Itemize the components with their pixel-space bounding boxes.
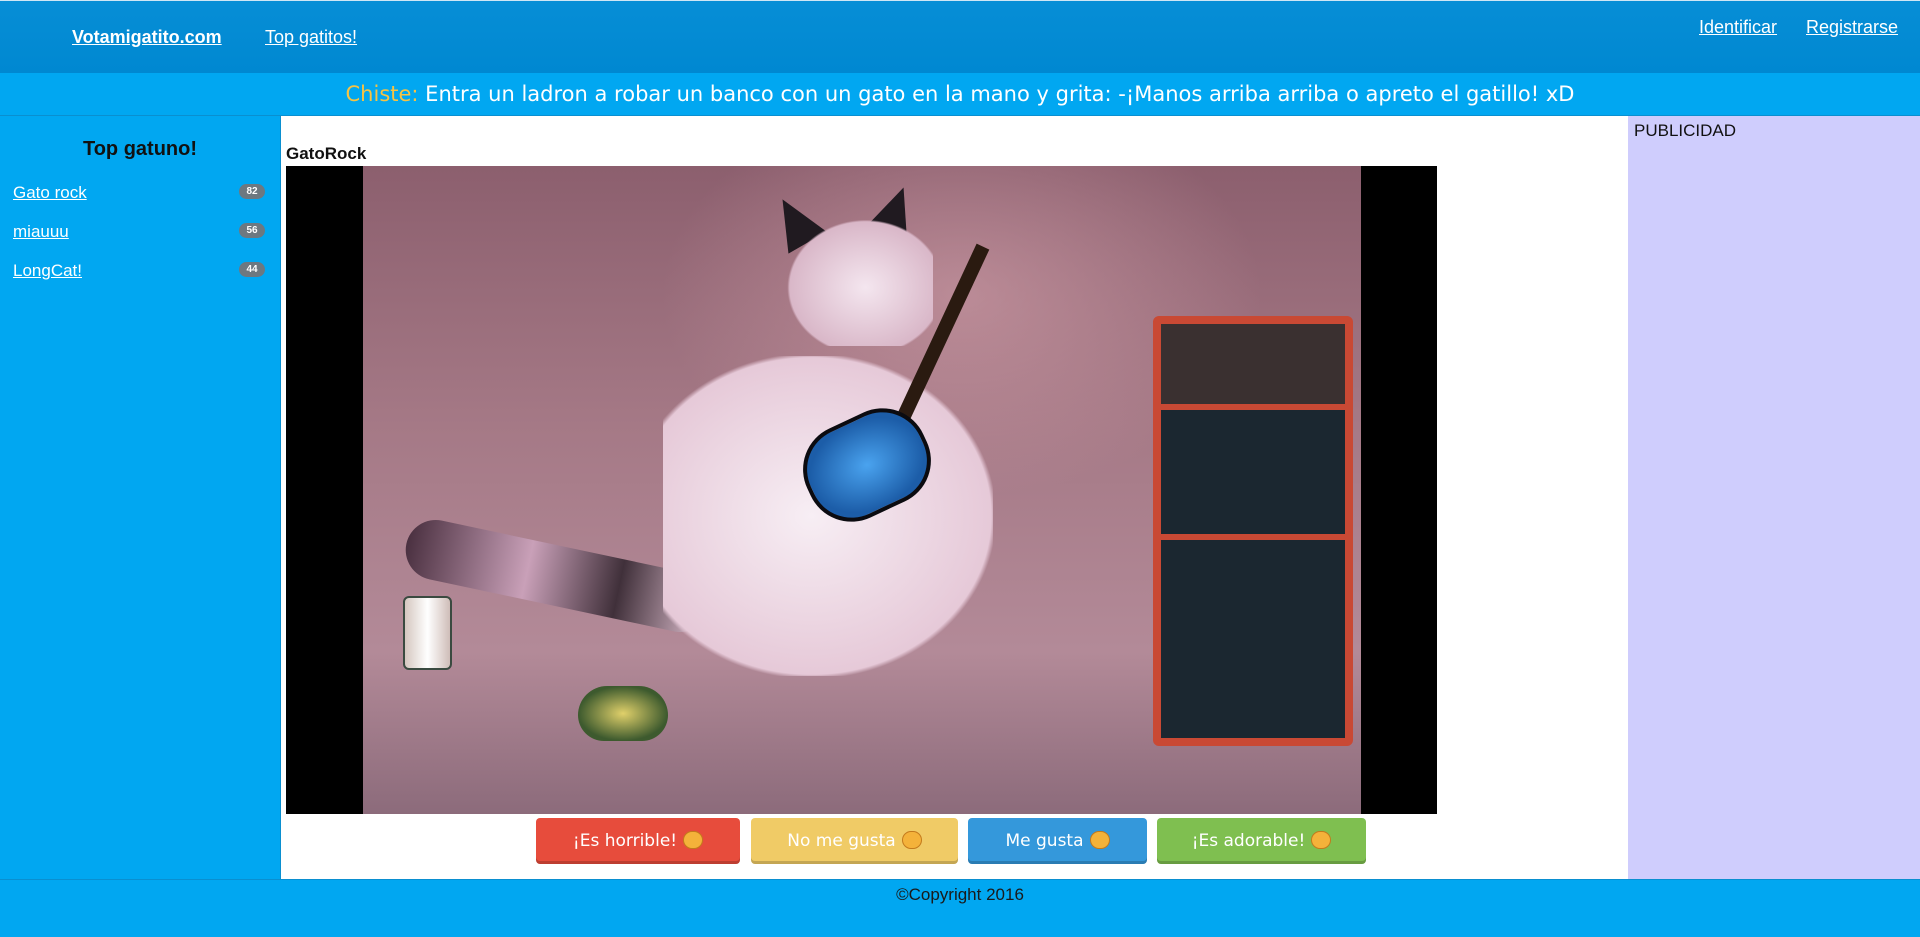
list-item: miauuu 56 [0, 218, 280, 257]
cat-photo [286, 166, 1437, 814]
vote-no-me-gusta-label: No me gusta [787, 831, 896, 851]
cat-image [363, 166, 1361, 814]
ashtray-shape [578, 686, 668, 741]
ads-label: PUBLICIDAD [1634, 121, 1737, 140]
ranking-link-gato-rock[interactable]: Gato rock [13, 183, 87, 203]
vote-count-badge: 82 [239, 184, 265, 199]
login-link[interactable]: Identificar [1699, 17, 1777, 38]
vote-horrible-button[interactable]: ¡Es horrible! [536, 818, 740, 864]
left-sidebar: Top gatuno! Gato rock 82 miauuu 56 LongC… [0, 116, 281, 879]
top-gatitos-link[interactable]: Top gatitos! [265, 27, 357, 48]
joke-label: Chiste: [345, 82, 419, 106]
cat-heart-eyes-icon [1311, 831, 1332, 849]
cat-smile-icon [1089, 831, 1110, 849]
cat-grin-icon [901, 831, 922, 849]
footer: ©Copyright 2016 [0, 879, 1920, 937]
list-item: LongCat! 44 [0, 257, 280, 296]
copyright-text: ©Copyright 2016 [896, 885, 1024, 904]
main-content: GatoRock ¡Es horrible! No me gusta Me gu… [281, 116, 1628, 879]
amp-top [1161, 324, 1345, 410]
cat-body-shape [663, 356, 993, 676]
amplifier-shape [1153, 316, 1353, 746]
joke-banner: Chiste: Entra un ladron a robar un banco… [0, 73, 1920, 116]
sidebar-title: Top gatuno! [82, 138, 198, 160]
vote-adorable-label: ¡Es adorable! [1191, 831, 1306, 851]
beer-can-shape [403, 596, 452, 670]
joke-text: Entra un ladron a robar un banco con un … [418, 82, 1575, 106]
ads-column: PUBLICIDAD [1628, 116, 1920, 879]
vote-horrible-label: ¡Es horrible! [572, 831, 678, 851]
top-navbar: Votamigatito.com Top gatitos! Identifica… [0, 0, 1920, 73]
list-item: Gato rock 82 [0, 179, 280, 218]
cat-title: GatoRock [286, 144, 367, 163]
vote-adorable-button[interactable]: ¡Es adorable! [1157, 818, 1366, 864]
register-link[interactable]: Registrarse [1806, 17, 1898, 38]
cat-scream-icon [683, 831, 704, 849]
vote-count-badge: 44 [239, 262, 265, 277]
cat-head-shape [783, 216, 933, 346]
brand-link[interactable]: Votamigatito.com [72, 27, 222, 48]
vote-buttons: ¡Es horrible! No me gusta Me gusta ¡Es a… [281, 818, 1628, 866]
vote-me-gusta-label: Me gusta [1005, 831, 1084, 851]
ranking-link-miauuu[interactable]: miauuu [13, 222, 69, 242]
vote-count-badge: 56 [239, 223, 265, 238]
amp-divider [1161, 534, 1345, 540]
vote-no-me-gusta-button[interactable]: No me gusta [751, 818, 958, 864]
ranking-link-longcat[interactable]: LongCat! [13, 261, 82, 281]
vote-me-gusta-button[interactable]: Me gusta [968, 818, 1147, 864]
